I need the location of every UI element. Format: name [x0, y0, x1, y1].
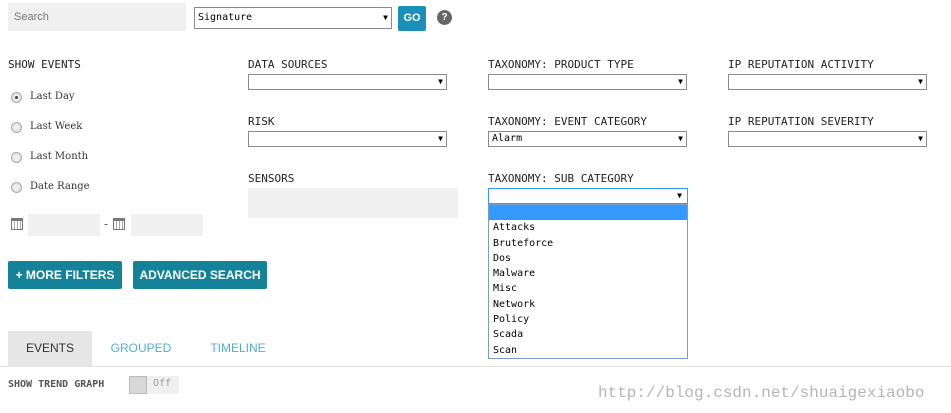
radio-icon[interactable]: [11, 182, 22, 193]
radio-label: Last Day: [30, 91, 75, 102]
dropdown-option[interactable]: Bruteforce: [489, 236, 687, 251]
question-icon[interactable]: ?: [437, 10, 452, 25]
ip-rep-activity-label: IP REPUTATION ACTIVITY: [728, 58, 874, 71]
ip-rep-activity-select[interactable]: ▼: [728, 74, 927, 90]
tab-events[interactable]: EVENTS: [8, 331, 92, 366]
dropdown-option[interactable]: Attacks: [489, 220, 687, 235]
dropdown-option[interactable]: Network: [489, 297, 687, 312]
radio-icon[interactable]: [11, 92, 22, 103]
product-type-label: TAXONOMY: PRODUCT TYPE: [488, 58, 634, 71]
show-events-label: SHOW EVENTS: [8, 58, 81, 71]
chevron-down-icon: ▼: [438, 134, 443, 143]
tab-timeline[interactable]: TIMELINE: [198, 331, 278, 366]
radio-label: Date Range: [30, 181, 90, 192]
sensors-label: SENSORS: [248, 172, 295, 185]
event-category-select[interactable]: Alarm ▼: [488, 131, 687, 147]
risk-label: RISK: [248, 115, 275, 128]
dropdown-option[interactable]: Scan: [489, 343, 687, 358]
ip-rep-severity-label: IP REPUTATION SEVERITY: [728, 115, 874, 128]
calendar-icon[interactable]: [113, 218, 125, 230]
chevron-down-icon: ▼: [677, 191, 682, 200]
select-value: Alarm: [492, 133, 523, 144]
radio-label: Last Month: [30, 151, 89, 162]
product-type-select[interactable]: ▼: [488, 74, 687, 90]
radio-label: Last Week: [30, 121, 83, 132]
ip-rep-severity-select[interactable]: ▼: [728, 131, 927, 147]
dropdown-option[interactable]: Malware: [489, 266, 687, 281]
chevron-down-icon: ▼: [383, 13, 388, 22]
more-filters-button[interactable]: + MORE FILTERS: [8, 261, 122, 289]
risk-select[interactable]: ▼: [248, 131, 447, 147]
dropdown-option[interactable]: Misc: [489, 281, 687, 296]
dropdown-option[interactable]: Scada: [489, 327, 687, 342]
search-mode-select[interactable]: Signature ▼: [194, 7, 392, 29]
sub-category-label: TAXONOMY: SUB CATEGORY: [488, 172, 634, 185]
trend-graph-toggle[interactable]: Off: [129, 376, 179, 394]
radio-icon[interactable]: [11, 122, 22, 133]
chevron-down-icon: ▼: [678, 77, 683, 86]
date-separator: -: [104, 217, 109, 231]
dropdown-option[interactable]: Dos: [489, 251, 687, 266]
data-sources-select[interactable]: ▼: [248, 74, 447, 90]
watermark-text: http://blog.csdn.net/shuaigexiaobo: [598, 384, 925, 402]
radio-icon[interactable]: [11, 152, 22, 163]
chevron-down-icon: ▼: [438, 77, 443, 86]
dropdown-option[interactable]: [489, 205, 687, 221]
sensors-input[interactable]: [248, 188, 458, 218]
sub-category-dropdown[interactable]: Attacks Bruteforce Dos Malware Misc Netw…: [488, 204, 688, 359]
search-input[interactable]: [8, 3, 186, 31]
trend-graph-label: SHOW TREND GRAPH: [8, 379, 105, 390]
event-category-label: TAXONOMY: EVENT CATEGORY: [488, 115, 647, 128]
data-sources-label: DATA SOURCES: [248, 58, 328, 71]
calendar-icon[interactable]: [11, 218, 23, 230]
date-from-field[interactable]: [28, 214, 100, 236]
chevron-down-icon: ▼: [918, 77, 923, 86]
go-button[interactable]: GO: [398, 6, 426, 31]
date-to-field[interactable]: [131, 214, 203, 236]
tab-grouped[interactable]: GROUPED: [100, 331, 182, 366]
dropdown-option[interactable]: Policy: [489, 312, 687, 327]
chevron-down-icon: ▼: [918, 134, 923, 143]
tab-divider: [0, 366, 951, 367]
sub-category-select[interactable]: ▼: [488, 188, 688, 204]
toggle-state: Off: [153, 378, 172, 389]
search-mode-value: Signature: [198, 12, 253, 23]
toggle-knob[interactable]: [129, 376, 147, 394]
advanced-search-button[interactable]: ADVANCED SEARCH: [133, 261, 267, 289]
chevron-down-icon: ▼: [678, 134, 683, 143]
